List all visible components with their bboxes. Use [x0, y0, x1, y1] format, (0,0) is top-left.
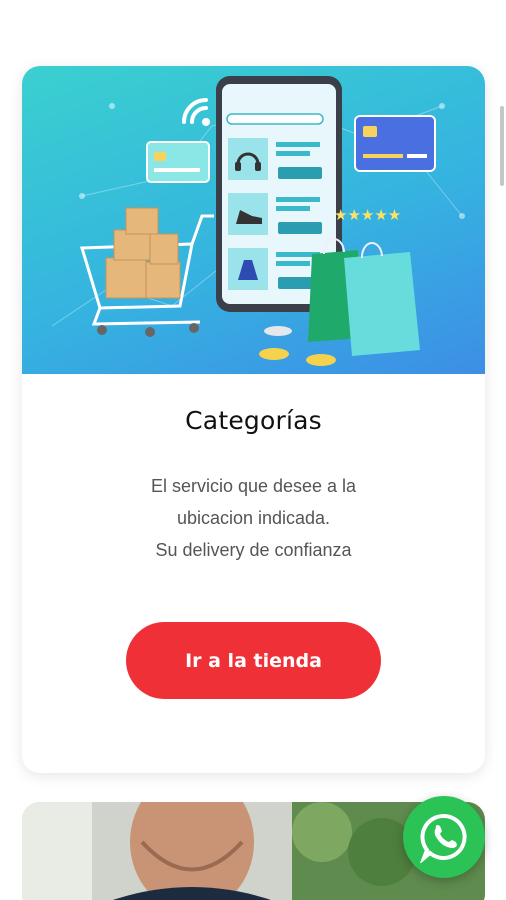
scrollbar-thumb[interactable]	[500, 106, 504, 186]
description-line-2: ubicacion indicada.	[176, 508, 331, 528]
hero-image: ★★★★★	[22, 66, 485, 374]
category-card: ★★★★★ Categorías El servicio que desee a…	[22, 66, 485, 773]
shopping-illustration: ★★★★★	[51, 76, 465, 366]
description-line-1: El servicio que desee a la	[150, 476, 357, 496]
svg-text:★★★★★: ★★★★★	[334, 206, 401, 224]
whatsapp-button[interactable]	[403, 796, 485, 878]
description-line-3: Su delivery de confianza	[155, 540, 352, 560]
whatsapp-icon	[419, 813, 467, 863]
scrollbar[interactable]	[498, 98, 506, 194]
go-to-store-button[interactable]: Ir a la tienda	[126, 622, 381, 699]
card-title: Categorías	[185, 406, 322, 435]
card-description: El servicio que desee a la ubicacion ind…	[22, 470, 485, 566]
